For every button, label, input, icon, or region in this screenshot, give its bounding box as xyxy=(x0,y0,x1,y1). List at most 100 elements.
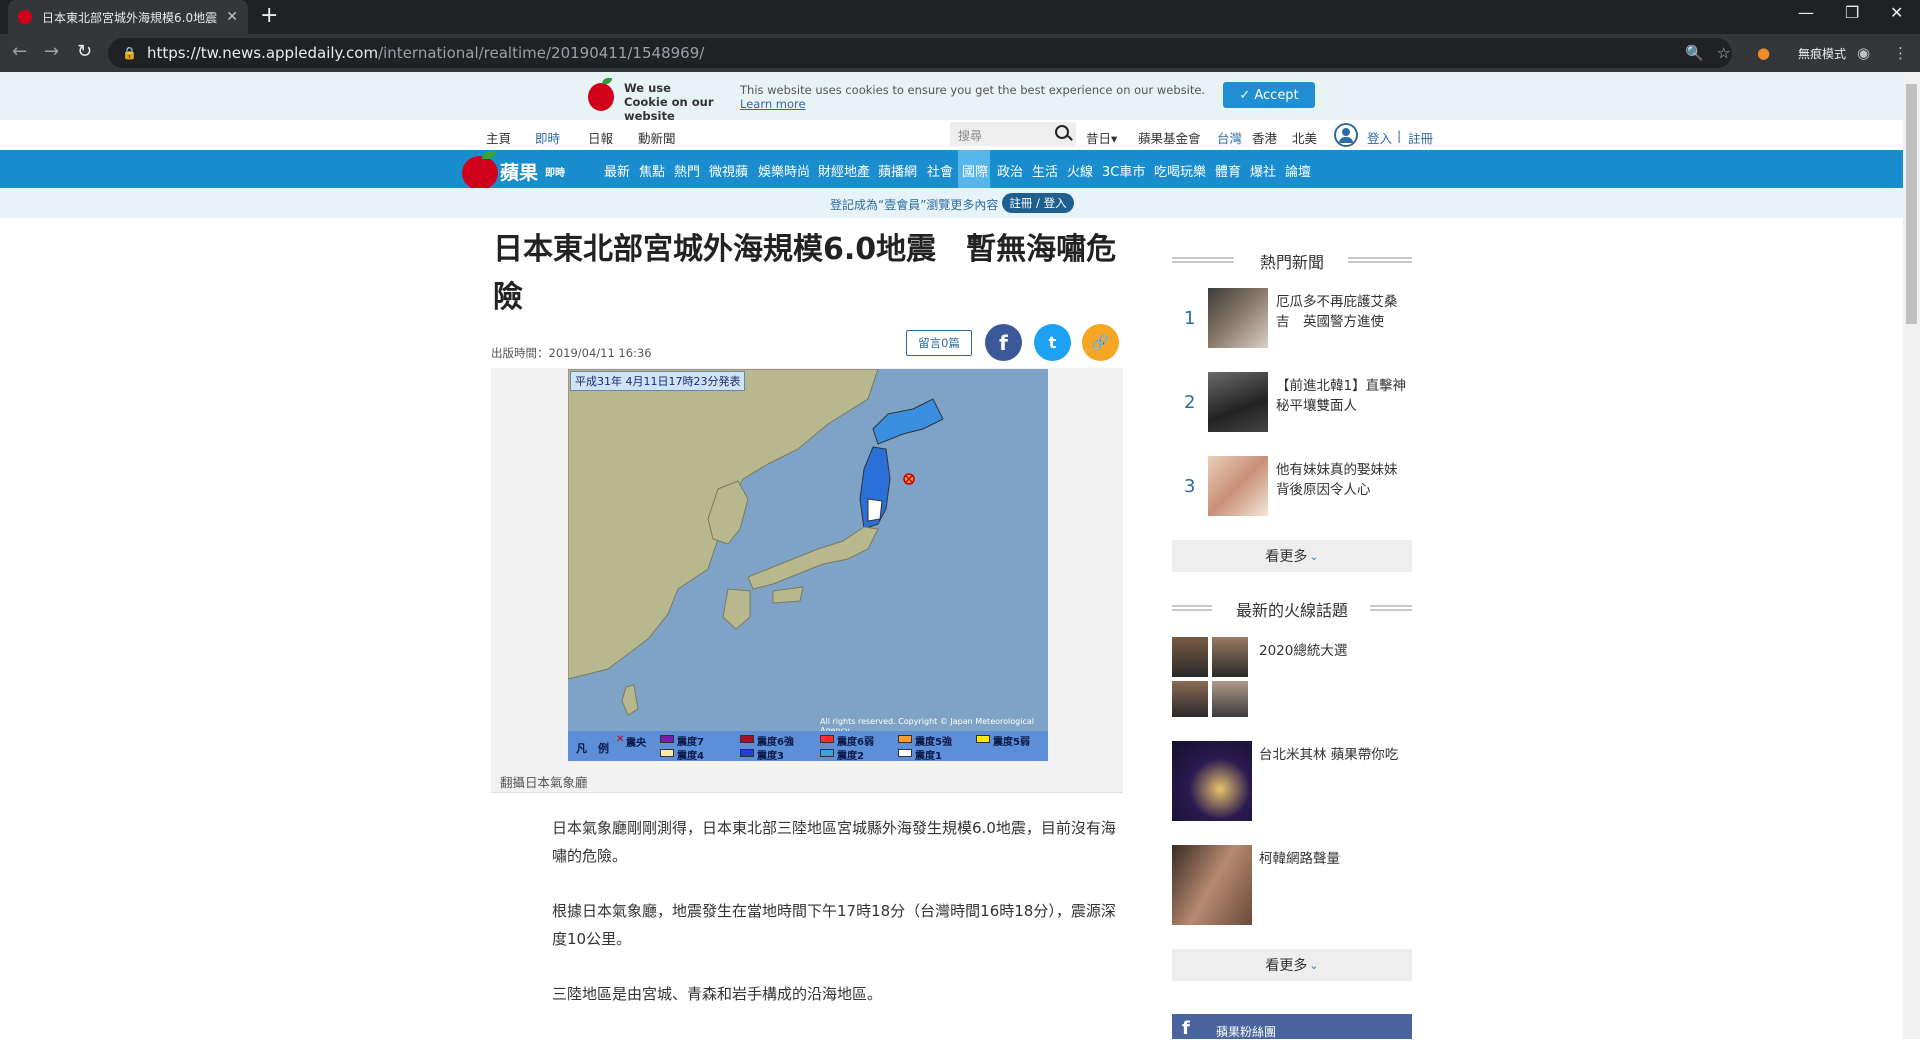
foundation-link[interactable]: 蘋果基金會 xyxy=(1138,128,1201,147)
fireline-thumbnail[interactable] xyxy=(1172,741,1252,821)
nav-finance[interactable]: 財經地產 xyxy=(818,161,870,180)
nav-life[interactable]: 生活 xyxy=(1032,161,1058,180)
maximize-button[interactable]: ❐ xyxy=(1845,3,1859,22)
register-login-button[interactable]: 註冊 / 登入 xyxy=(1002,193,1074,213)
minimize-button[interactable]: — xyxy=(1798,3,1814,22)
legend-title: 凡 例 xyxy=(576,742,609,755)
hot-news-thumbnail[interactable] xyxy=(1208,456,1268,516)
address-bar[interactable]: 🔒 https://tw.news.appledaily.com/interna… xyxy=(108,38,1732,68)
nav-bao-she[interactable]: 爆社 xyxy=(1250,161,1276,180)
incognito-label: 無痕模式 xyxy=(1798,47,1847,61)
back-arrow-icon[interactable]: ← xyxy=(12,41,27,62)
legend-label: 震度4 xyxy=(677,751,704,761)
hot-news-thumbnail[interactable] xyxy=(1208,372,1268,432)
map-legend: 凡 例 ✕ 震央 震度7 震度6強 震度6弱 震度5強 震度5弱 震度4 震度3… xyxy=(568,731,1048,761)
more-label: 看更多 xyxy=(1265,549,1308,565)
nav-3c-cars[interactable]: 3C車市 xyxy=(1102,161,1145,180)
close-window-button[interactable]: ✕ xyxy=(1890,3,1903,22)
new-tab-button[interactable]: + xyxy=(260,3,278,28)
publish-time: 出版時間：2019/04/11 16:36 xyxy=(491,346,652,360)
nav-broadcast[interactable]: 蘋播網 xyxy=(878,161,917,180)
url-path: /international/realtime/20190411/1548969… xyxy=(378,44,705,62)
nav-sports[interactable]: 體育 xyxy=(1215,161,1241,180)
extension-icon[interactable]: ● xyxy=(1757,44,1770,62)
nav-forum[interactable]: 論壇 xyxy=(1285,161,1311,180)
scrollbar-thumb[interactable] xyxy=(1906,84,1917,324)
tab-close-icon[interactable]: ✕ xyxy=(226,9,238,25)
region-hongkong-link[interactable]: 香港 xyxy=(1252,128,1277,147)
browser-tab[interactable]: 日本東北部宮城外海規模6.0地震 ✕ xyxy=(8,0,248,34)
facebook-fanpage-bar[interactable] xyxy=(1172,1014,1412,1039)
comments-button[interactable]: 留言0篇 xyxy=(906,330,972,356)
nav-video[interactable]: 微視蘋 xyxy=(709,161,748,180)
link-separator: | xyxy=(1397,128,1402,143)
learn-more-link[interactable]: Learn more xyxy=(740,97,806,111)
legend-swatch xyxy=(820,735,834,743)
register-link[interactable]: 註冊 xyxy=(1408,128,1433,147)
legend-swatch xyxy=(898,735,912,743)
fireline-thumbnail[interactable] xyxy=(1172,845,1252,925)
fireline-thumbnail[interactable] xyxy=(1212,681,1248,717)
cookie-message: This website uses cookies to ensure you … xyxy=(740,83,1206,97)
fireline-thumbnail[interactable] xyxy=(1172,637,1208,677)
article-paragraph: 日本氣象廳剛剛測得，日本東北部三陸地區宮城縣外海發生規模6.0地震，目前沒有海嘯… xyxy=(552,819,1116,865)
accept-cookie-button[interactable]: ✓ Accept xyxy=(1223,82,1315,108)
user-icon[interactable] xyxy=(1334,123,1358,147)
forward-arrow-icon[interactable]: → xyxy=(44,41,59,62)
realtime-link[interactable]: 即時 xyxy=(535,128,560,147)
daily-link[interactable]: 日報 xyxy=(588,128,613,147)
legend-swatch xyxy=(660,735,674,743)
hot-news-title[interactable]: 【前進北韓1】直擊神秘平壤雙面人 xyxy=(1276,376,1410,416)
nav-hot[interactable]: 熱門 xyxy=(674,161,700,180)
zoom-icon[interactable]: 🔍 xyxy=(1685,44,1704,62)
hot-more-button[interactable]: 看更多 ⌄ xyxy=(1172,540,1412,572)
apple-logo-icon xyxy=(588,83,614,111)
figure-caption: 翻攝日本氣象廳 xyxy=(500,775,588,790)
fireline-heading: 最新的火線話題 xyxy=(1235,601,1348,620)
fireline-more-button[interactable]: 看更多 ⌄ xyxy=(1172,949,1412,981)
legend-label: 震度6強 xyxy=(757,737,794,748)
nav-food-fun[interactable]: 吃喝玩樂 xyxy=(1154,161,1206,180)
facebook-share-icon[interactable]: f xyxy=(985,324,1022,361)
legend-label: 震度2 xyxy=(837,751,864,761)
hot-news-title[interactable]: 他有妹妹真的娶妹妹 背後原因令人心 xyxy=(1276,460,1411,500)
nav-politics[interactable]: 政治 xyxy=(997,161,1023,180)
fireline-title[interactable]: 台北米其林 蘋果帶你吃 xyxy=(1259,745,1409,765)
nav-latest[interactable]: 最新 xyxy=(604,161,630,180)
region-northamerica-link[interactable]: 北美 xyxy=(1292,128,1317,147)
twitter-share-icon[interactable]: t xyxy=(1034,324,1071,361)
legend-swatch xyxy=(740,735,754,743)
legend-label: 震度7 xyxy=(677,737,704,748)
hot-rank: 1 xyxy=(1184,308,1196,329)
hot-news-title[interactable]: 厄瓜多不再庇護艾桑吉 英國警方進使 xyxy=(1276,292,1410,332)
reload-icon[interactable]: ↻ xyxy=(77,41,92,62)
chevron-down-icon: ⌄ xyxy=(1309,958,1319,972)
chevron-down-icon: ⌄ xyxy=(1309,549,1319,563)
fireline-title[interactable]: 2020總統大選 xyxy=(1259,641,1393,661)
home-link[interactable]: 主頁 xyxy=(486,128,511,147)
link-share-icon[interactable]: 🔗 xyxy=(1082,324,1119,361)
past-dropdown[interactable]: 昔日▾ xyxy=(1086,128,1117,147)
nav-international[interactable]: 國際 xyxy=(962,161,988,180)
animated-news-link[interactable]: 動新聞 xyxy=(638,128,676,147)
hot-news-thumbnail[interactable] xyxy=(1208,288,1268,348)
epicenter-marker-icon: ✕ xyxy=(616,734,625,745)
legend-swatch xyxy=(898,749,912,757)
menu-dots-icon[interactable]: ⋮ xyxy=(1893,44,1908,62)
fireline-thumbnail[interactable] xyxy=(1172,681,1208,717)
fireline-thumbnail[interactable] xyxy=(1212,637,1248,677)
region-taiwan-link[interactable]: 台灣 xyxy=(1217,128,1242,147)
fireline-title[interactable]: 柯韓網路聲量 xyxy=(1259,849,1393,869)
nav-focus[interactable]: 焦點 xyxy=(639,161,665,180)
incognito-icon[interactable]: ◉ xyxy=(1857,44,1870,62)
apple-logo-icon[interactable] xyxy=(462,156,498,190)
site-logo[interactable]: 蘋果 xyxy=(500,158,538,185)
login-link[interactable]: 登入 xyxy=(1367,128,1392,147)
more-label: 看更多 xyxy=(1265,958,1308,974)
nav-fireline[interactable]: 火線 xyxy=(1067,161,1093,180)
nav-society[interactable]: 社會 xyxy=(927,161,953,180)
nav-entertainment[interactable]: 娛樂時尚 xyxy=(758,161,810,180)
search-icon[interactable] xyxy=(1055,125,1069,139)
facebook-fanpage-label[interactable]: 蘋果粉絲團 xyxy=(1216,1023,1276,1040)
bookmark-star-icon[interactable]: ☆ xyxy=(1717,44,1730,62)
